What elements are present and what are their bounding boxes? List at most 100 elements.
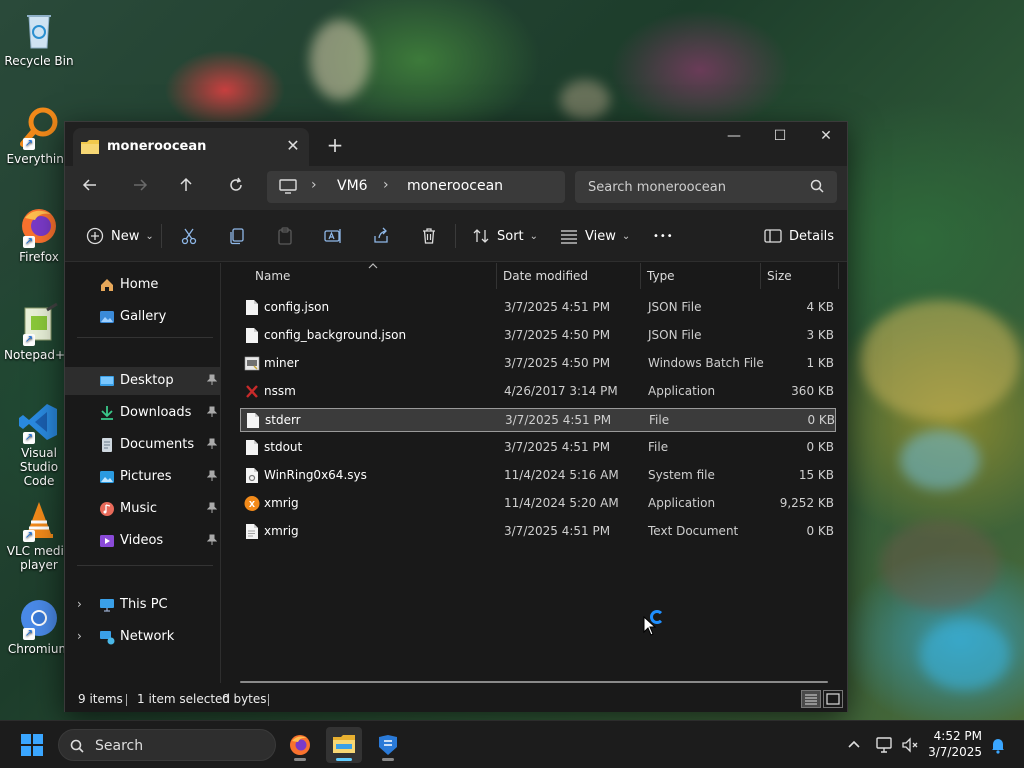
column-header-type[interactable]: Type [647, 269, 675, 283]
delete-button[interactable] [419, 222, 439, 250]
system-clock[interactable]: 4:52 PM 3/7/2025 [924, 728, 982, 760]
pin-icon[interactable] [206, 406, 218, 418]
file-row[interactable]: WinRing0x64.sys 11/4/2024 5:16 AM System f… [240, 464, 836, 488]
tiles-view-toggle[interactable] [823, 690, 843, 708]
plus-circle-icon [86, 227, 104, 245]
notification-bell-icon[interactable] [988, 735, 1008, 755]
clock-time: 4:52 PM [933, 729, 982, 743]
details-pane-button[interactable]: Details [763, 222, 834, 250]
file-name: stdout [264, 440, 303, 454]
tab-moneroocean[interactable]: moneroocean ✕ [73, 128, 309, 166]
forward-button[interactable] [125, 174, 155, 202]
title-bar[interactable]: moneroocean ✕ + — ☐ ✕ [65, 122, 847, 166]
new-tab-button[interactable]: + [323, 134, 347, 158]
chevron-right-icon[interactable]: › [77, 629, 82, 643]
file-row[interactable]: nssm 4/26/2017 3:14 PM Application 360 KB [240, 380, 836, 404]
pin-icon[interactable] [206, 470, 218, 482]
paste-button[interactable] [275, 222, 295, 250]
file-date-modified: 3/7/2025 4:51 PM [504, 440, 611, 454]
column-divider[interactable] [496, 263, 497, 289]
search-input[interactable] [575, 171, 837, 203]
up-button[interactable] [171, 174, 201, 202]
column-divider[interactable] [760, 263, 761, 289]
status-divider [268, 694, 269, 706]
sidebar-item-desktop[interactable]: Desktop [65, 367, 221, 395]
windows-start-icon[interactable] [20, 733, 44, 757]
network-wired-icon[interactable] [874, 735, 894, 755]
trash-icon [423, 228, 435, 244]
sort-button-label: Sort [497, 228, 524, 244]
sidebar-item-videos[interactable]: Videos [65, 527, 221, 555]
sidebar-item-documents[interactable]: Documents [65, 431, 221, 459]
sidebar-item-pictures[interactable]: Pictures [65, 463, 221, 491]
sidebar-item-network[interactable]: › Network [65, 623, 221, 651]
view-button[interactable]: View ⌄ [559, 222, 630, 250]
sidebar-item-this-pc[interactable]: › This PC [65, 591, 221, 619]
new-button[interactable]: New ⌄ [85, 222, 154, 250]
breadcrumb-vm6[interactable]: VM6 [337, 178, 368, 194]
pin-icon[interactable] [206, 374, 218, 386]
sidebar-divider [77, 565, 213, 566]
sidebar-item-label: Downloads [120, 405, 192, 420]
copy-button[interactable] [227, 222, 247, 250]
search-icon[interactable] [809, 178, 825, 194]
file-row[interactable]: stderr 3/7/2025 4:51 PM File 0 KB [240, 408, 836, 432]
close-button[interactable]: ✕ [803, 122, 849, 152]
rename-icon [324, 229, 341, 243]
sidebar-item-label: Documents [120, 437, 195, 452]
taskbar-file-explorer[interactable] [326, 727, 362, 763]
back-button[interactable] [75, 174, 105, 202]
column-header-name[interactable]: Name [255, 269, 290, 283]
pin-icon[interactable] [206, 534, 218, 546]
chevron-down-icon: ⌄ [621, 230, 631, 242]
tab-close-icon[interactable]: ✕ [283, 136, 303, 156]
file-date-modified: 11/4/2024 5:20 AM [504, 496, 619, 510]
sidebar-item-label: Music [120, 501, 157, 516]
status-selected-size: 0 bytes [222, 692, 267, 706]
sidebar-item-label: This PC [120, 597, 168, 612]
share-button[interactable] [371, 222, 391, 250]
file-date-modified: 3/7/2025 4:51 PM [505, 413, 612, 427]
column-divider[interactable] [838, 263, 839, 289]
file-date-modified: 3/7/2025 4:51 PM [504, 524, 611, 538]
file-row[interactable]: config_background.json 3/7/2025 4:50 PM JS… [240, 324, 836, 348]
breadcrumb-moneroocean[interactable]: moneroocean [407, 178, 503, 194]
file-row[interactable]: miner 3/7/2025 4:50 PM Windows Batch File 1… [240, 352, 836, 376]
file-list: Name Date modified Type Size config.json… [222, 263, 847, 683]
sidebar-item-label: Desktop [120, 373, 174, 388]
sidebar-item-music[interactable]: Music [65, 495, 221, 523]
sidebar-item-home[interactable]: Home [65, 271, 221, 299]
sort-button[interactable]: Sort ⌄ [471, 222, 538, 250]
taskbar-firefox[interactable] [282, 727, 318, 763]
pin-icon[interactable] [206, 438, 218, 450]
chevron-up-icon[interactable] [844, 735, 864, 755]
column-header-date-modified[interactable]: Date modified [503, 269, 588, 283]
maximize-button[interactable]: ☐ [757, 122, 803, 152]
videos-icon [100, 535, 114, 547]
refresh-button[interactable] [221, 174, 251, 202]
rename-button[interactable] [323, 222, 343, 250]
desktop-icon-recycle-bin[interactable]: Recycle Bin [4, 8, 74, 68]
column-header-size[interactable]: Size [767, 269, 792, 283]
breadcrumb[interactable]: › VM6 › moneroocean [267, 171, 565, 203]
column-divider[interactable] [640, 263, 641, 289]
details-view-toggle[interactable] [801, 690, 821, 708]
file-row[interactable]: config.json 3/7/2025 4:51 PM JSON File 4 KB [240, 296, 836, 320]
pin-icon[interactable] [206, 502, 218, 514]
more-options-button[interactable]: ••• [653, 222, 674, 250]
desktop-icon-label: Recycle Bin [4, 54, 74, 68]
file-row[interactable]: Xxmrig 11/4/2024 5:20 AM Application 9,252 … [240, 492, 836, 516]
file-row[interactable]: xmrig 3/7/2025 4:51 PM Text Document 0 KB [240, 520, 836, 544]
horizontal-scrollbar[interactable] [240, 681, 828, 683]
chevron-right-icon[interactable]: › [77, 597, 82, 611]
volume-muted-icon[interactable] [900, 735, 920, 755]
file-size: 0 KB [807, 413, 835, 427]
taskbar-search-box[interactable]: Search [58, 729, 276, 761]
busy-spinner-icon [650, 610, 664, 624]
cut-button[interactable] [179, 222, 199, 250]
sidebar-item-downloads[interactable]: Downloads [65, 399, 221, 427]
sidebar-item-gallery[interactable]: Gallery [65, 303, 221, 331]
minimize-button[interactable]: — [711, 122, 757, 152]
taskbar-app-store[interactable] [370, 727, 406, 763]
file-row[interactable]: stdout 3/7/2025 4:51 PM File 0 KB [240, 436, 836, 460]
